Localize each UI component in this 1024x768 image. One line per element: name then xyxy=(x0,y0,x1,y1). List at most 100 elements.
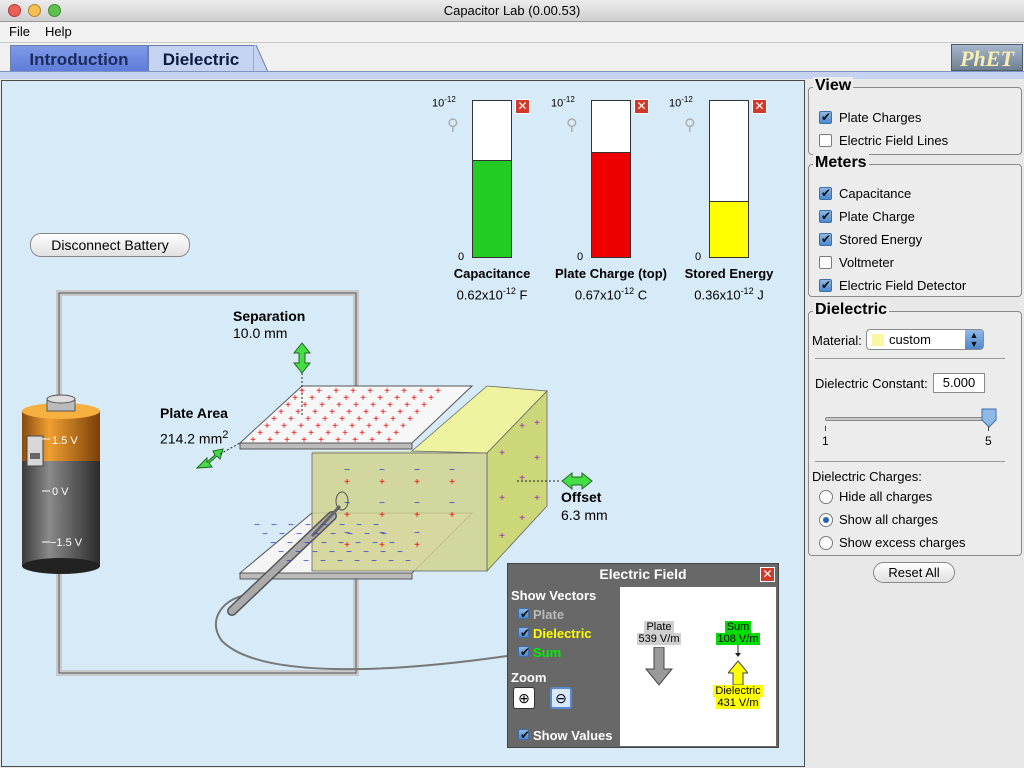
plate-charges-label: Plate Charges xyxy=(839,110,922,125)
charge-mark: − xyxy=(380,547,386,558)
close-meter-icon[interactable]: ✕ xyxy=(634,99,649,114)
close-meter-icon[interactable]: ✕ xyxy=(752,99,767,114)
meter-zoom-icon[interactable]: ⚲ xyxy=(566,115,580,135)
charge-mark: + xyxy=(390,414,396,425)
minimize-window-icon[interactable] xyxy=(28,4,41,17)
show-excess-charges-label: Show excess charges xyxy=(839,535,966,550)
charge-mark: + xyxy=(499,493,505,504)
window-title: Capacitor Lab (0.00.53) xyxy=(443,3,581,18)
charge-mark: + xyxy=(352,435,358,446)
charge-mark: + xyxy=(333,386,339,397)
zoom-out-icon[interactable]: ⊖ xyxy=(550,687,572,709)
sum-vector-toggle[interactable]: Sum xyxy=(518,645,618,662)
meter-value-row: 0.36x10-12 J xyxy=(664,286,794,302)
charge-mark: + xyxy=(343,393,349,404)
zoom-window-icon[interactable] xyxy=(48,4,61,17)
material-swatch xyxy=(872,334,884,346)
charge-mark: + xyxy=(449,510,455,521)
charge-mark: + xyxy=(332,421,338,432)
charge-mark: + xyxy=(295,407,301,418)
slider-min-label: 1 xyxy=(822,434,829,448)
disconnect-battery-button[interactable]: Disconnect Battery xyxy=(30,233,190,257)
charge-mark: + xyxy=(298,421,304,432)
plate-area-label: Plate Area xyxy=(160,405,228,421)
meter-zoom-icon[interactable]: ⚲ xyxy=(447,115,461,135)
tab-dielectric[interactable]: Dielectric xyxy=(148,45,254,72)
charge-mark: + xyxy=(366,421,372,432)
charges-label: Dielectric Charges: xyxy=(812,469,922,484)
charge-mark: − xyxy=(296,529,302,540)
meter-bar-1 xyxy=(591,100,631,258)
tab-bar: Introduction Dielectric xyxy=(0,43,1024,72)
charge-mark: + xyxy=(407,414,413,425)
charge-mark: + xyxy=(414,510,420,521)
reset-all-button[interactable]: Reset All xyxy=(873,562,955,583)
charge-mark: + xyxy=(264,421,270,432)
separation-value: 10.0 mm xyxy=(233,325,288,341)
charge-mark: + xyxy=(305,414,311,425)
meter-label: Stored Energy xyxy=(684,266,774,281)
tab-dielectric-edge xyxy=(253,45,269,72)
chevron-updown-icon: ▲ ▼ xyxy=(965,330,983,349)
charge-mark: + xyxy=(414,477,420,488)
material-select[interactable]: custom ▲ ▼ xyxy=(866,329,984,350)
charge-mark: + xyxy=(400,421,406,432)
charge-mark: + xyxy=(519,473,525,484)
field-detector-label: Electric Field Detector xyxy=(839,278,967,293)
charge-mark: + xyxy=(397,407,403,418)
charge-mark: + xyxy=(370,400,376,411)
charge-mark: − xyxy=(354,556,360,567)
close-window-icon[interactable] xyxy=(8,4,21,17)
show-values-label: Show Values xyxy=(533,728,613,743)
meter-value-row: 0.62x10-12 F xyxy=(427,286,557,302)
plate-readout-value: 539 V/m xyxy=(636,633,682,645)
constant-slider-thumb[interactable] xyxy=(981,408,997,428)
charge-mark: + xyxy=(291,428,297,439)
charge-mark: − xyxy=(286,556,292,567)
plate-area-value-row: 214.2 mm2 xyxy=(160,429,228,447)
zoom-in-icon[interactable]: ⊕ xyxy=(513,687,535,709)
material-label: Material: xyxy=(812,333,862,348)
meter-scale-exp: 10-12 xyxy=(551,95,575,110)
meter-fill xyxy=(592,152,630,257)
menu-help[interactable]: Help xyxy=(45,24,72,39)
charge-mark: + xyxy=(326,393,332,404)
divider-1 xyxy=(815,358,1005,359)
charge-mark: + xyxy=(339,414,345,425)
charge-mark: + xyxy=(384,386,390,397)
meters-group: Meters Capacitance Plate Charge Stored E… xyxy=(808,154,1022,297)
charge-mark: + xyxy=(380,407,386,418)
offset-value: 6.3 mm xyxy=(561,507,608,523)
sum-vector-arrow xyxy=(728,645,748,685)
charge-mark: − xyxy=(373,520,379,531)
charge-mark: − xyxy=(305,520,311,531)
plate-area-handle[interactable] xyxy=(195,442,241,469)
charge-mark: + xyxy=(318,435,324,446)
close-meter-icon[interactable]: ✕ xyxy=(515,99,530,114)
show-values-toggle[interactable]: Show Values xyxy=(518,728,628,745)
charge-mark: − xyxy=(329,547,335,558)
charge-mark: − xyxy=(270,538,276,549)
charge-mark: + xyxy=(349,421,355,432)
close-efield-icon[interactable]: ✕ xyxy=(760,567,775,582)
plate-vector-toggle[interactable]: Plate xyxy=(518,607,618,624)
meter-unit: J xyxy=(757,287,764,303)
tab-introduction[interactable]: Introduction xyxy=(10,45,148,72)
charge-mark: + xyxy=(428,393,434,404)
control-panel: View Plate Charges Electric Field Lines … xyxy=(806,77,1024,768)
meter-zoom-icon[interactable]: ⚲ xyxy=(684,115,698,135)
menu-file[interactable]: File xyxy=(9,24,30,39)
charge-mark: + xyxy=(302,400,308,411)
dielectric-vector-toggle[interactable]: Dielectric xyxy=(518,626,618,643)
charge-mark: + xyxy=(401,386,407,397)
separation-label: Separation xyxy=(233,308,306,324)
charge-mark: + xyxy=(360,393,366,404)
sum-vector-label: Sum xyxy=(533,645,562,660)
constant-slider-track[interactable] xyxy=(825,417,991,421)
meter-label: Plate Charge (top) xyxy=(555,266,667,281)
constant-input[interactable]: 5.000 xyxy=(933,373,985,393)
charge-mark: + xyxy=(386,435,392,446)
charge-mark: + xyxy=(281,421,287,432)
charge-mark: + xyxy=(359,428,365,439)
charge-mark: − xyxy=(295,547,301,558)
